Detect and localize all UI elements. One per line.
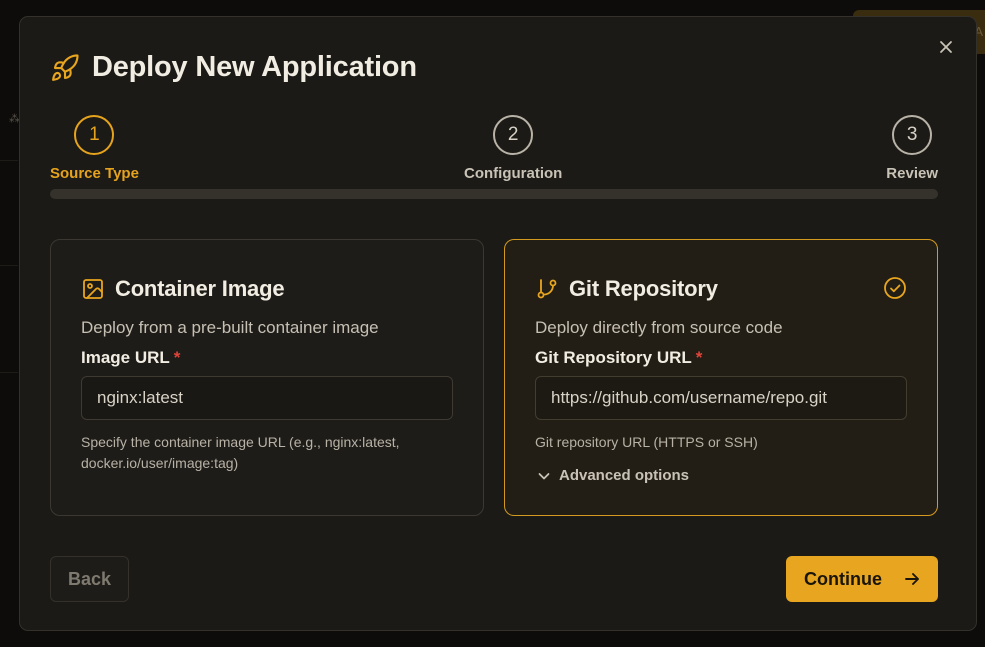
advanced-options-toggle[interactable]: Advanced options <box>537 467 689 484</box>
field-label-text: Image URL <box>81 348 170 367</box>
step-number: 1 <box>74 115 115 155</box>
step-label: Source Type <box>50 165 139 182</box>
card-description: Deploy from a pre-built container image <box>81 318 379 337</box>
step-label: Configuration <box>464 165 563 182</box>
advanced-options-label: Advanced options <box>559 467 690 484</box>
arrow-right-icon <box>905 573 919 585</box>
git-branch-icon <box>537 279 557 299</box>
required-marker: * <box>173 348 181 367</box>
background-divider <box>0 265 18 266</box>
close-button[interactable] <box>936 37 956 57</box>
step-source-type: 1 Source Type <box>50 115 139 182</box>
step-progress-bar <box>50 189 938 199</box>
field-label-text: Git Repository URL <box>535 348 692 367</box>
chevron-down-icon <box>538 472 550 479</box>
back-button[interactable]: Back <box>50 556 129 602</box>
image-url-input[interactable]: nginx:latest <box>81 376 453 420</box>
continue-button-label: Continue <box>804 568 882 589</box>
dialog-header: Deploy New Application <box>50 51 417 84</box>
git-url-help-text: Git repository URL (HTTPS or SSH) <box>535 434 758 450</box>
step-configuration: 2 Configuration <box>464 115 562 182</box>
step-number: 3 <box>892 115 933 155</box>
step-label: Review <box>886 165 938 182</box>
stepper: 1 Source Type 2 Configuration 3 Review <box>50 115 938 201</box>
git-url-label: Git Repository URL * <box>535 348 702 368</box>
step-review: 3 Review <box>886 115 938 182</box>
git-url-input[interactable]: https://github.com/username/repo.git <box>535 376 907 420</box>
image-url-help-text: Specify the container image URL (e.g., n… <box>81 434 400 471</box>
dialog-title: Deploy New Application <box>92 51 417 83</box>
close-icon <box>940 41 952 53</box>
rocket-icon <box>52 53 79 81</box>
image-url-label: Image URL * <box>81 348 180 368</box>
background-divider <box>0 372 18 373</box>
card-header: Git Repository <box>535 276 718 302</box>
card-description: Deploy directly from source code <box>535 318 783 337</box>
deploy-dialog: Deploy New Application 1 Source Type 2 C… <box>19 16 977 631</box>
step-number: 2 <box>493 115 534 155</box>
card-title: Git Repository <box>569 276 718 301</box>
card-header: Container Image <box>81 276 285 302</box>
required-marker: * <box>695 348 703 367</box>
card-title: Container Image <box>115 276 285 301</box>
source-card-container-image[interactable]: Container Image Deploy from a pre-built … <box>50 239 484 516</box>
continue-button[interactable]: Continue <box>786 556 938 602</box>
image-icon <box>83 279 103 299</box>
check-circle-icon <box>884 277 906 299</box>
source-card-git-repository[interactable]: Git Repository Deploy directly from sour… <box>504 239 938 516</box>
background-divider <box>0 160 18 161</box>
